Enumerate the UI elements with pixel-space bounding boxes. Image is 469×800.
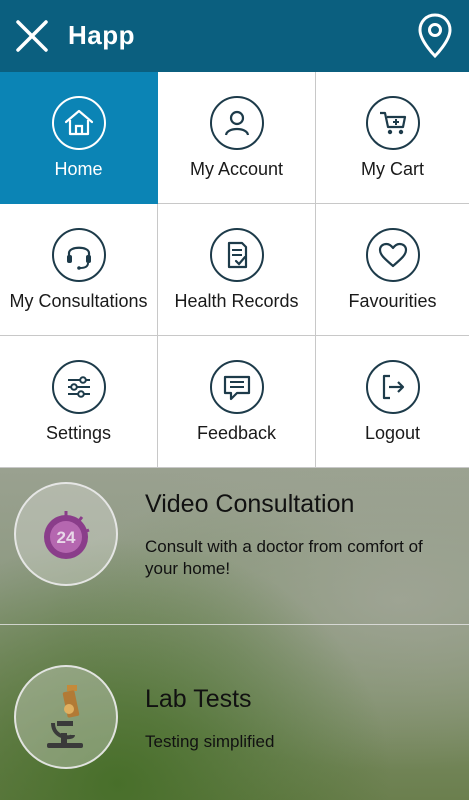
menu-item-logout[interactable]: Logout (316, 336, 469, 468)
sliders-icon (51, 360, 106, 414)
menu-item-label: Settings (45, 423, 112, 443)
promo-description: Consult with a doctor from comfort of yo… (145, 537, 423, 578)
menu-item-favourities[interactable]: Favourities (316, 204, 469, 336)
user-icon (209, 96, 264, 150)
clock-24-icon: 24 (14, 482, 118, 586)
menu-item-label: Feedback (196, 423, 277, 443)
promo-video-consultation[interactable]: 24 Video Consultation Consult with a doc… (0, 468, 469, 625)
app-title: Happ (68, 20, 135, 50)
menu-item-label: Health Records (174, 291, 299, 311)
svg-text:24: 24 (57, 528, 76, 547)
menu-item-my-consultations[interactable]: My Consultations (0, 204, 158, 336)
menu-item-label: My Cart (361, 159, 424, 179)
menu-item-feedback[interactable]: Feedback (158, 336, 316, 468)
promo-title: Video Consultation (145, 490, 355, 518)
menu-item-label: Logout (364, 423, 421, 443)
menu-item-label: My Consultations (9, 291, 148, 311)
menu-item-health-records[interactable]: Health Records (158, 204, 316, 336)
app-header: Happ (0, 0, 469, 72)
location-pin-icon (418, 13, 452, 59)
menu-item-settings[interactable]: Settings (0, 336, 158, 468)
menu-item-my-cart[interactable]: My Cart (316, 72, 469, 204)
menu-item-my-account[interactable]: My Account (158, 72, 316, 204)
chat-icon (209, 360, 264, 414)
promo-section: 24 Video Consultation Consult with a doc… (0, 468, 469, 800)
menu-grid: Home My Account My Cart My Consultations… (0, 72, 469, 468)
logout-icon (365, 360, 420, 414)
heart-icon (365, 228, 420, 282)
promo-title: Lab Tests (145, 685, 252, 713)
microscope-icon (14, 665, 118, 769)
menu-item-home[interactable]: Home (0, 72, 158, 204)
close-icon (16, 20, 48, 52)
promo-lab-tests[interactable]: Lab Tests Testing simplified (0, 625, 469, 800)
menu-item-label: Home (54, 159, 103, 179)
cart-icon (365, 96, 420, 150)
menu-item-label: My Account (189, 159, 284, 179)
location-button[interactable] (415, 12, 455, 60)
records-icon (209, 228, 264, 282)
close-button[interactable] (12, 16, 52, 56)
home-icon (51, 96, 106, 150)
menu-item-label: Favourities (348, 291, 437, 311)
headset-icon (51, 228, 106, 282)
promo-description: Testing simplified (145, 732, 275, 751)
